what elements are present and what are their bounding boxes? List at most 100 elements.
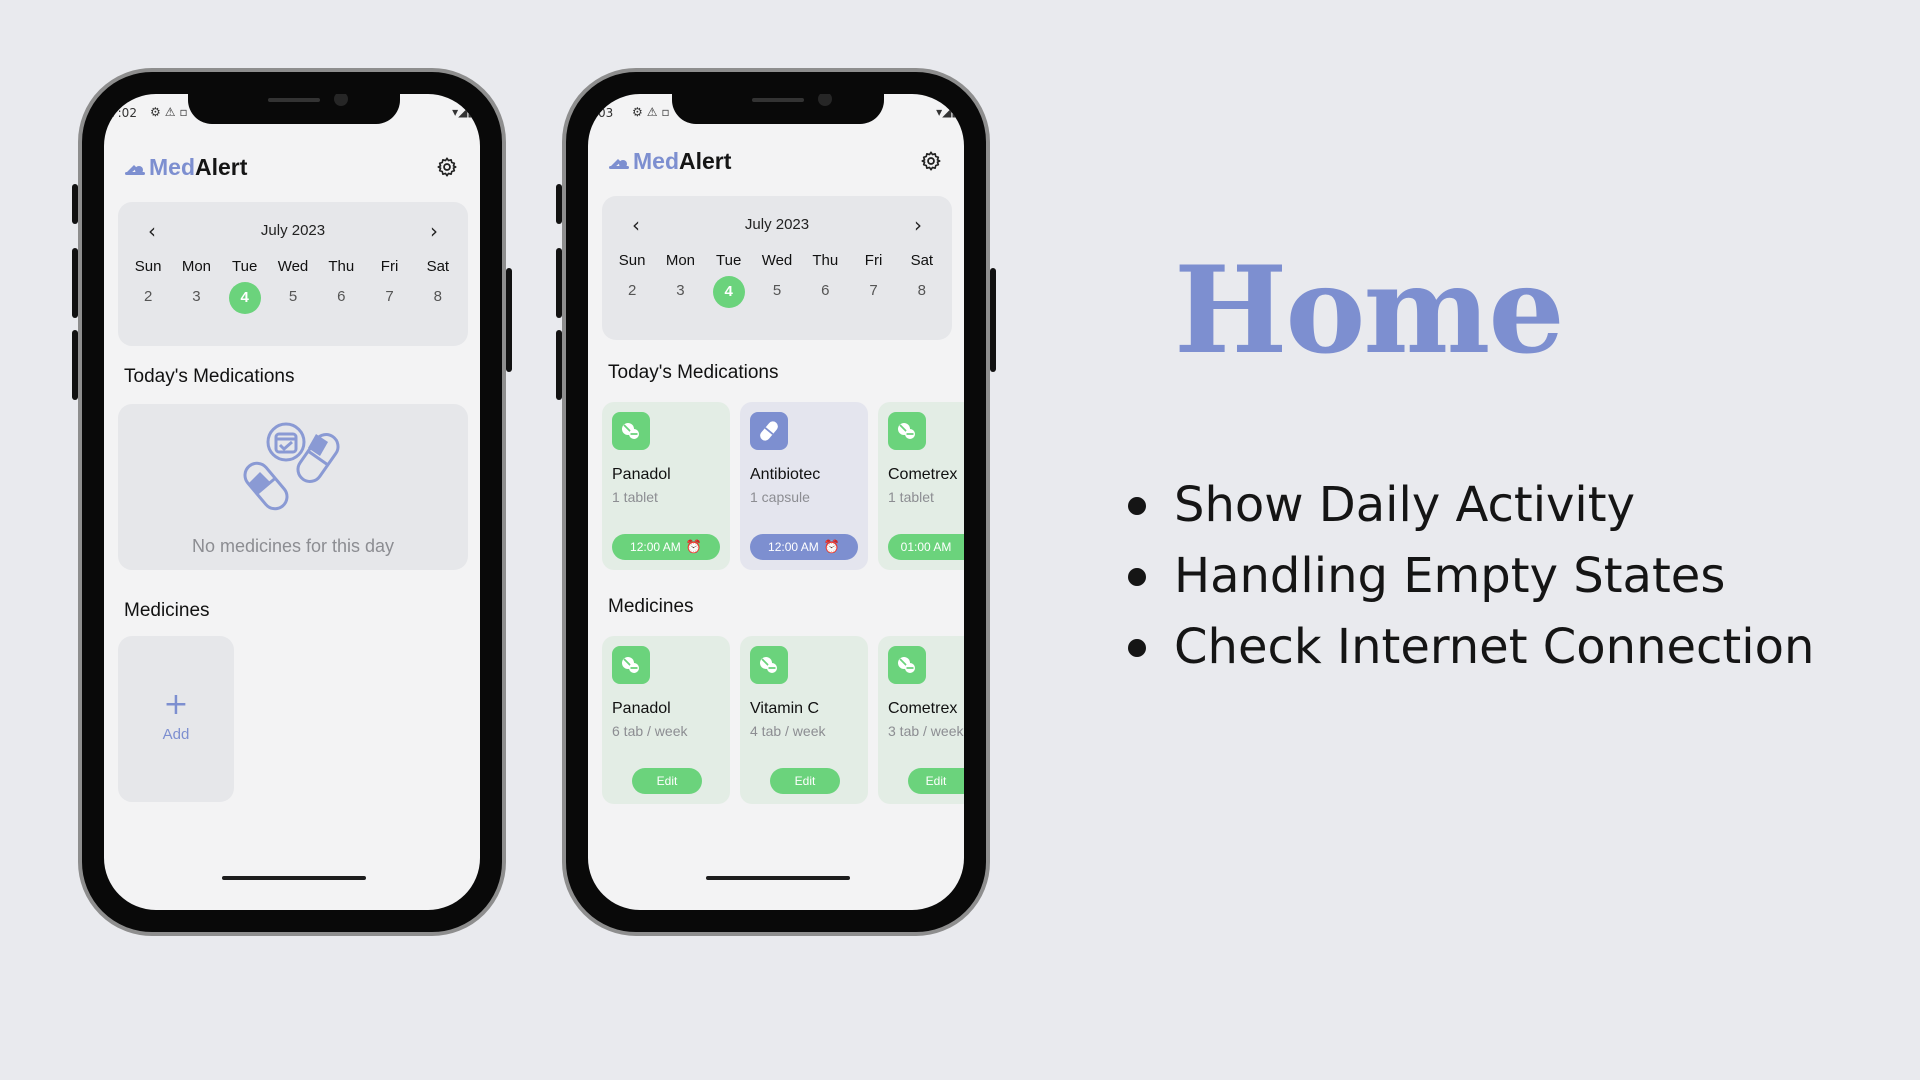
- bullet-dot-icon: [1128, 639, 1146, 657]
- weekday-label: Sun: [134, 258, 162, 275]
- weekday-label: Fri: [864, 252, 883, 269]
- calendar-month-label: July 2023: [744, 216, 810, 233]
- weekday-label: Wed: [277, 258, 309, 275]
- app-header: Med Alert: [608, 146, 942, 176]
- feature-bullet: Show Daily Activity: [1128, 470, 1814, 541]
- med-schedule: 3 tab / week: [888, 723, 964, 739]
- week-calendar: ‹ July 2023 › Sun Mon Tue Wed Thu Fri Sa…: [118, 202, 468, 346]
- status-signal-icons: ▾◢▮: [452, 105, 474, 119]
- calendar-date[interactable]: 3: [656, 276, 704, 306]
- calendar-month-label: July 2023: [260, 222, 326, 239]
- app-logo: Med Alert: [124, 154, 247, 181]
- med-name: Vitamin C: [750, 700, 820, 717]
- app-header: Med Alert: [124, 152, 458, 182]
- status-time: :03: [594, 106, 614, 120]
- bullet-dot-icon: [1128, 568, 1146, 586]
- calendar-date[interactable]: 5: [269, 282, 317, 312]
- weekday-label: Thu: [812, 252, 839, 269]
- home-indicator[interactable]: [706, 876, 850, 880]
- medicines-title: Medicines: [608, 596, 694, 617]
- reminder-time: 12:00 AM: [768, 540, 819, 554]
- feature-text: Show Daily Activity: [1174, 477, 1635, 533]
- med-name: Panadol: [612, 466, 671, 483]
- phone-notch: [672, 94, 884, 124]
- add-medicine-button[interactable]: + Add: [118, 636, 234, 802]
- edit-medicine-button[interactable]: Edit: [770, 768, 840, 794]
- calendar-date-selected[interactable]: 4: [705, 276, 753, 308]
- calendar-date[interactable]: 2: [608, 276, 656, 306]
- weekday-label: Mon: [181, 258, 212, 275]
- medicines-list: Panadol 6 tab / week Edit Vitamin C 4 ta…: [602, 636, 964, 804]
- calendar-date[interactable]: 6: [801, 276, 849, 306]
- weekday-label: Tue: [232, 258, 258, 275]
- status-signal-icons: ▾◢▮: [936, 105, 958, 119]
- phone-power-button: [990, 268, 996, 372]
- calendar-next-button[interactable]: ›: [914, 215, 922, 235]
- weekday-label: Sat: [426, 258, 450, 275]
- phone-notch: [188, 94, 400, 124]
- tablet-icon: [612, 646, 650, 684]
- reminder-time-button[interactable]: 12:00 AM ⏰: [750, 534, 858, 560]
- calendar-date[interactable]: 7: [849, 276, 897, 306]
- med-schedule: 4 tab / week: [750, 723, 826, 739]
- med-name: Cometrex: [888, 466, 958, 483]
- med-name: Cometrex: [888, 700, 958, 717]
- today-med-card[interactable]: Antibiotec 1 capsule 12:00 AM ⏰: [740, 402, 868, 570]
- calendar-date[interactable]: 3: [172, 282, 220, 312]
- med-name: Panadol: [612, 700, 671, 717]
- tablet-icon: [888, 412, 926, 450]
- logo-text-med: Med: [149, 153, 195, 180]
- medicine-card[interactable]: Cometrex 3 tab / week Edit: [878, 636, 964, 804]
- edit-medicine-button[interactable]: Edit: [908, 768, 964, 794]
- feature-bullet-list: Show Daily Activity Handling Empty State…: [1128, 470, 1814, 683]
- tablet-icon: [888, 646, 926, 684]
- plus-icon: +: [163, 687, 189, 722]
- bullet-dot-icon: [1128, 497, 1146, 515]
- phone-mockup-with-data: :03 ⚙⚠▫ ▾◢▮ Med Alert ‹ July 2023 › Sun …: [556, 68, 996, 936]
- calendar-weekday-row: Sun Mon Tue Wed Thu Fri Sat: [124, 258, 462, 275]
- calendar-date[interactable]: 8: [414, 282, 462, 312]
- today-med-card[interactable]: Cometrex 1 tablet 01:00 AM: [878, 402, 964, 570]
- feature-text: Check Internet Connection: [1174, 619, 1815, 675]
- calendar-nav: ‹ July 2023 ›: [118, 221, 468, 242]
- phone-screen: 7:02 ⚙⚠▫ ▾◢▮ Med Alert ‹ July 2023 › Sun…: [104, 94, 480, 910]
- calendar-weekday-row: Sun Mon Tue Wed Thu Fri Sat: [608, 252, 946, 269]
- phone-volume-up: [72, 248, 78, 318]
- medicine-card[interactable]: Vitamin C 4 tab / week Edit: [740, 636, 868, 804]
- settings-gear-icon[interactable]: [920, 150, 942, 172]
- todays-medications-title: Today's Medications: [124, 366, 295, 387]
- phone-mute-switch: [556, 184, 562, 224]
- reminder-time: 12:00 AM: [630, 540, 681, 554]
- weekday-label: Tue: [716, 252, 742, 269]
- empty-state-card: No medicines for this day: [118, 404, 468, 570]
- logo-text-alert: Alert: [679, 147, 732, 174]
- logo-pills-icon: [125, 165, 145, 175]
- calendar-date[interactable]: 8: [898, 276, 946, 306]
- empty-state-message: No medicines for this day: [191, 536, 395, 556]
- add-medicine-label: Add: [162, 726, 190, 743]
- feature-bullet: Check Internet Connection: [1128, 612, 1814, 683]
- status-notification-icons: ⚙⚠▫: [632, 105, 674, 119]
- phone-power-button: [506, 268, 512, 372]
- calendar-date[interactable]: 5: [753, 276, 801, 306]
- calendar-date-selected[interactable]: 4: [221, 282, 269, 314]
- med-dose: 1 capsule: [750, 489, 810, 505]
- capsule-icon: [750, 412, 788, 450]
- reminder-time-button[interactable]: 01:00 AM: [888, 534, 964, 560]
- logo-text-med: Med: [633, 147, 679, 174]
- calendar-date[interactable]: 2: [124, 282, 172, 312]
- settings-gear-icon[interactable]: [436, 156, 458, 178]
- reminder-time-button[interactable]: 12:00 AM ⏰: [612, 534, 720, 560]
- calendar-date-row: 2 3 4 5 6 7 8: [608, 276, 946, 308]
- selected-date-number: 4: [228, 282, 261, 314]
- calendar-date[interactable]: 6: [317, 282, 365, 312]
- medicine-card[interactable]: Panadol 6 tab / week Edit: [602, 636, 730, 804]
- home-indicator[interactable]: [222, 876, 366, 880]
- calendar-date[interactable]: 7: [365, 282, 413, 312]
- phone-screen: :03 ⚙⚠▫ ▾◢▮ Med Alert ‹ July 2023 › Sun …: [588, 94, 964, 910]
- todays-medications-title: Today's Medications: [608, 362, 779, 383]
- edit-medicine-button[interactable]: Edit: [632, 768, 702, 794]
- calendar-next-button[interactable]: ›: [430, 221, 438, 241]
- med-dose: 1 tablet: [888, 489, 934, 505]
- today-med-card[interactable]: Panadol 1 tablet 12:00 AM ⏰: [602, 402, 730, 570]
